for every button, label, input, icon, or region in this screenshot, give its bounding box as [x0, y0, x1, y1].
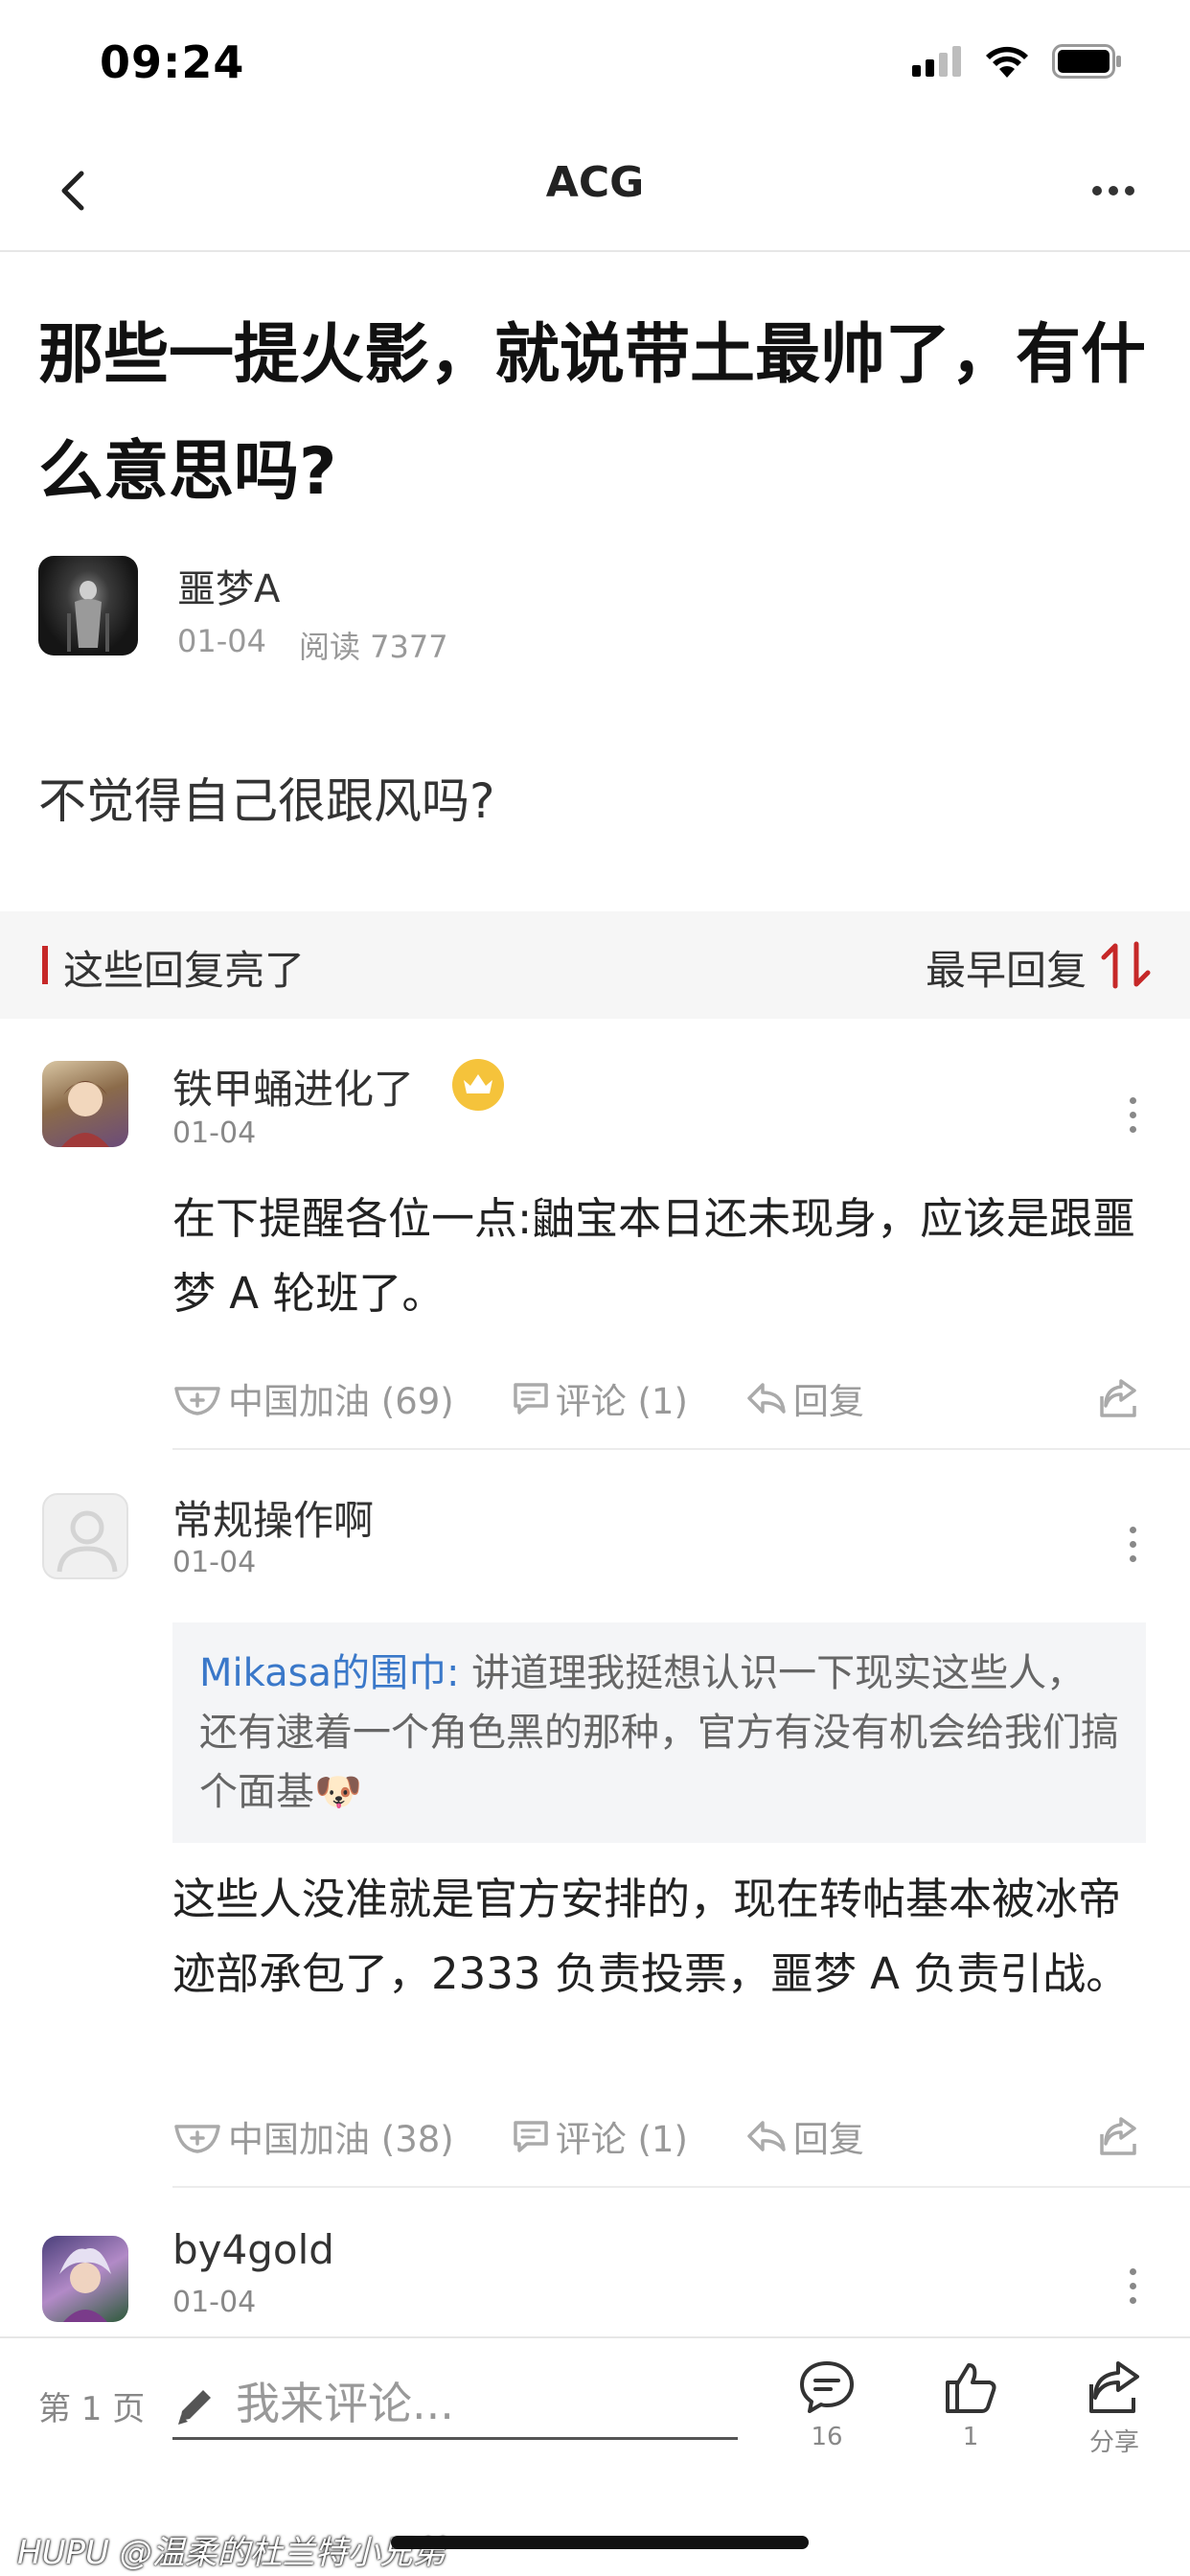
status-icons: [912, 44, 1123, 79]
sort-icon[interactable]: [1100, 940, 1154, 990]
highlight-replies-header: 这些回复亮了 最早回复: [0, 911, 1190, 1019]
battery-icon: [1052, 44, 1121, 79]
avatar-character-icon: [61, 1081, 109, 1147]
post-meta: 01-04 阅读 7377: [177, 623, 448, 667]
reply-text: 这些人没准就是官方安排的，现在转帖基本被冰帝迹部承包了，2333 负责投票，噩梦…: [172, 1874, 1130, 1999]
reply-date: 01-04: [172, 2286, 257, 2319]
page-indicator[interactable]: 第 1 页: [38, 2382, 145, 2429]
like-post-button[interactable]: 1: [918, 2359, 1023, 2494]
reply-button[interactable]: 回复: [745, 2110, 864, 2162]
comment-bubble-icon: [800, 2361, 854, 2413]
like-button[interactable]: 中国加油 (69): [172, 1372, 454, 1424]
reply-author-name[interactable]: 常规操作啊: [172, 1488, 374, 1547]
share-label: 分享: [1088, 2428, 1139, 2457]
reply-item: by4gold 01-04: [0, 2188, 1190, 2336]
section-title: 这些回复亮了: [63, 947, 306, 994]
comment-bubble-icon: [513, 2121, 548, 2152]
reply-button[interactable]: 回复: [745, 1372, 864, 1424]
share-post-button[interactable]: 分享: [1062, 2359, 1167, 2494]
comments-count: 16: [811, 2423, 843, 2451]
reply-actions: 中国加油 (38) 评论 (1) 回复: [172, 2107, 1159, 2165]
reply-more-button[interactable]: [1113, 1086, 1152, 1143]
reply-arrow-icon: [747, 1383, 786, 1414]
default-avatar-icon: [57, 1510, 118, 1573]
watermark: HUPU @温柔的杜兰特小兄弟: [17, 2534, 446, 2572]
reply-label: 回复: [792, 2119, 864, 2160]
crown-badge: [452, 1059, 504, 1111]
quoted-reply[interactable]: Mikasa的围巾: 讲道理我挺想认识一下现实这些人，还有逮着一个角色黑的那种，…: [172, 1622, 1146, 1843]
reply-label: 回复: [792, 1381, 864, 1422]
section-accent-bar: [42, 946, 48, 984]
author-name[interactable]: 噩梦A: [177, 558, 280, 613]
comment-bubble-icon: [513, 1383, 548, 1414]
reply-item: 常规操作啊 01-04 Mikasa的围巾: 讲道理我挺想认识一下现实这些人，还…: [0, 1450, 1190, 2188]
avatar[interactable]: [42, 2236, 128, 2322]
nav-bar: ACG: [0, 129, 1190, 252]
cellular-signal-icon: [912, 46, 961, 77]
avatar-character-icon: [59, 2248, 111, 2322]
more-options-button[interactable]: [1079, 160, 1148, 221]
reply-more-button[interactable]: [1113, 1515, 1152, 1573]
comment-label: 评论 (1): [555, 1381, 688, 1422]
avatar[interactable]: [42, 1493, 128, 1579]
reply-date: 01-04: [172, 1116, 257, 1150]
likes-count: 1: [962, 2423, 979, 2451]
cheer-icon: [174, 1387, 220, 1415]
reply-arrow-icon: [747, 2121, 786, 2151]
reply-author-name[interactable]: by4gold: [172, 2226, 334, 2273]
like-button[interactable]: 中国加油 (38): [172, 2110, 454, 2162]
sort-button[interactable]: 最早回复: [926, 938, 1087, 997]
avatar[interactable]: [42, 1061, 128, 1147]
read-count: 阅读 7377: [298, 629, 448, 665]
like-label: 中国加油 (38): [228, 2119, 454, 2160]
status-bar: 09:24: [0, 0, 1190, 129]
reply-more-button[interactable]: [1113, 2257, 1152, 2314]
share-icon: [1089, 2361, 1139, 2413]
comment-input-wrapper: [172, 2367, 738, 2440]
reply-author-name[interactable]: 铁甲蛹进化了: [172, 1057, 414, 1116]
home-indicator: [391, 2536, 809, 2549]
reply-actions: 中国加油 (69) 评论 (1) 回复: [172, 1369, 1159, 1427]
comment-label: 评论 (1): [555, 2119, 688, 2160]
wifi-icon: [986, 46, 1028, 78]
avatar-figure-icon: [67, 581, 109, 652]
reply-text: 在下提醒各位一点:鼬宝本日还未现身，应该是跟噩梦 A 轮班了。: [172, 1193, 1136, 1319]
pencil-icon: [178, 2390, 211, 2425]
quote-author[interactable]: Mikasa的围巾:: [199, 1651, 459, 1695]
page-title: ACG: [545, 158, 645, 207]
status-time: 09:24: [100, 36, 245, 88]
comments-button[interactable]: 16: [774, 2359, 880, 2494]
crown-icon: [464, 1074, 492, 1093]
post-body: 不觉得自己很跟风吗?: [38, 773, 495, 829]
thumbs-up-icon: [946, 2363, 996, 2413]
reply-date: 01-04: [172, 1546, 257, 1579]
comment-button[interactable]: 评论 (1): [512, 1372, 688, 1424]
more-horizontal-icon: [1092, 186, 1134, 196]
comment-button[interactable]: 评论 (1): [512, 2110, 688, 2162]
like-label: 中国加油 (69): [228, 1381, 454, 1422]
post-date: 01-04: [177, 623, 266, 659]
share-icon[interactable]: [1098, 1377, 1140, 1419]
comment-input[interactable]: [236, 2373, 724, 2434]
reply-item: 铁甲蛹进化了 01-04 在下提醒各位一点:鼬宝本日还未现身，应该是跟噩梦 A …: [0, 1019, 1190, 1450]
cheer-icon: [174, 2125, 220, 2153]
post-title: 那些一提火影，就说带土最帅了，有什么意思吗?: [38, 317, 1147, 510]
share-icon[interactable]: [1098, 2115, 1140, 2157]
author-avatar[interactable]: [38, 556, 138, 656]
